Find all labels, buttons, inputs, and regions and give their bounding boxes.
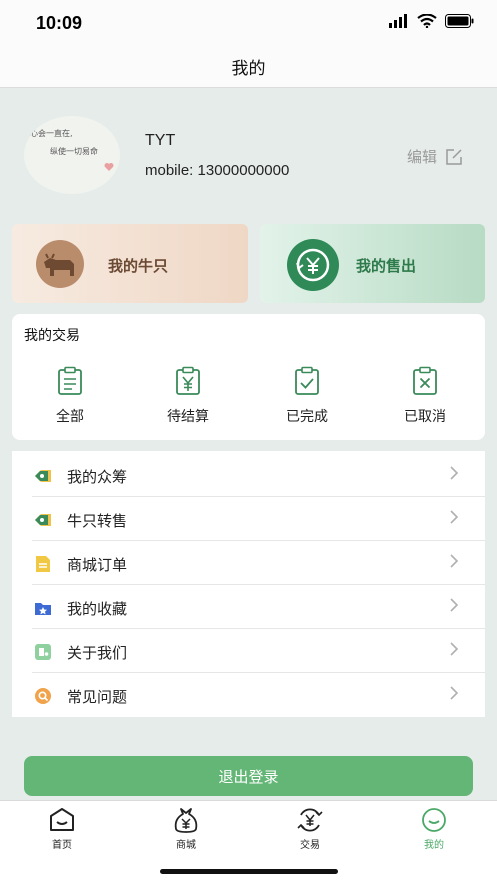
profile-icon — [422, 808, 446, 832]
my-sales-card[interactable]: 我的售出 — [260, 224, 485, 303]
profile-section: 心会一直在, 纵使一切易命 TYT mobile: 13000000000 编辑 — [0, 88, 497, 222]
menu-list: 我的众筹 牛只转售 商城订单 我的收藏 关于我们 常见问题 — [12, 451, 485, 717]
chevron-right-icon — [450, 510, 459, 524]
chevron-right-icon — [450, 686, 459, 700]
home-icon — [50, 808, 74, 831]
edit-label: 编辑 — [406, 148, 437, 166]
edit-icon — [446, 148, 462, 165]
avatar-text-1: 心会一直在, — [30, 129, 73, 138]
signal-icon — [389, 14, 407, 28]
status-time: 10:09 — [36, 13, 83, 33]
txn-completed[interactable]: 已完成 — [267, 366, 347, 426]
wifi-icon — [417, 14, 437, 28]
status-bar: 10:09 — [0, 0, 497, 46]
clipboard-yen-icon — [176, 366, 200, 395]
menu-item-about[interactable]: 关于我们 — [12, 629, 485, 673]
menu-label: 牛只转售 — [67, 512, 128, 530]
menu-item-resale[interactable]: 牛只转售 — [12, 497, 485, 541]
my-sales-label: 我的售出 — [356, 257, 417, 275]
tab-label: 交易 — [300, 840, 320, 851]
status-icons — [389, 14, 475, 28]
nav-bar: 我的 — [0, 46, 497, 88]
heart-icon — [104, 163, 114, 171]
txn-pending[interactable]: 待结算 — [148, 366, 228, 426]
menu-item-crowdfunding[interactable]: 我的众筹 — [12, 453, 485, 497]
page-title: 我的 — [231, 59, 266, 79]
clipboard-list-icon — [58, 366, 82, 395]
logout-button[interactable]: 退出登录 — [24, 756, 473, 796]
exchange-icon — [297, 808, 323, 832]
tab-label: 我的 — [424, 840, 444, 851]
cattle-icon — [36, 240, 84, 288]
chevron-right-icon — [450, 642, 459, 656]
about-icon — [35, 644, 51, 660]
my-cattle-label: 我的牛只 — [108, 257, 169, 275]
avatar[interactable]: 心会一直在, 纵使一切易命 — [24, 116, 120, 194]
chevron-right-icon — [450, 466, 459, 480]
menu-label: 我的众筹 — [67, 468, 128, 486]
resale-icon — [35, 514, 51, 526]
menu-label: 我的收藏 — [67, 600, 128, 618]
order-doc-icon — [36, 556, 50, 572]
txn-cancelled[interactable]: 已取消 — [385, 366, 465, 426]
txn-label: 待结算 — [167, 409, 209, 425]
my-cattle-card[interactable]: 我的牛只 — [12, 224, 248, 303]
menu-label: 关于我们 — [67, 644, 128, 662]
home-indicator — [160, 869, 338, 874]
transactions-panel: 我的交易 全部 待结算 已完成 已取消 — [12, 314, 485, 440]
txn-all[interactable]: 全部 — [30, 366, 110, 426]
menu-label: 商城订单 — [67, 556, 128, 574]
edit-profile-button[interactable]: 编辑 — [407, 146, 463, 167]
quick-cards: 我的牛只 我的售出 — [12, 224, 485, 303]
tab-home[interactable]: 首页 — [32, 807, 92, 851]
profile-mobile: mobile: 13000000000 — [145, 162, 290, 179]
tab-mine[interactable]: 我的 — [404, 807, 464, 851]
battery-icon — [445, 14, 474, 28]
mall-icon — [174, 808, 198, 833]
favorite-folder-icon — [35, 603, 51, 615]
menu-item-mall-orders[interactable]: 商城订单 — [12, 541, 485, 585]
menu-item-faq[interactable]: 常见问题 — [12, 673, 485, 717]
tab-trade[interactable]: 交易 — [280, 807, 340, 851]
tab-mall[interactable]: 商城 — [156, 807, 216, 851]
clipboard-check-icon — [295, 366, 319, 395]
transactions-title: 我的交易 — [24, 328, 80, 344]
chevron-right-icon — [450, 554, 459, 568]
faq-icon — [35, 688, 51, 704]
txn-label: 全部 — [56, 409, 84, 425]
menu-label: 常见问题 — [67, 688, 128, 706]
menu-item-favorites[interactable]: 我的收藏 — [12, 585, 485, 629]
tab-label: 商城 — [176, 840, 196, 851]
txn-label: 已取消 — [404, 409, 446, 425]
crowdfund-icon — [35, 470, 51, 482]
chevron-right-icon — [450, 598, 459, 612]
profile-name: TYT — [145, 132, 176, 149]
yen-refresh-icon — [287, 239, 339, 291]
clipboard-x-icon — [413, 366, 437, 395]
txn-label: 已完成 — [286, 409, 328, 425]
avatar-text-2: 纵使一切易命 — [50, 147, 98, 156]
tab-label: 首页 — [52, 840, 72, 851]
